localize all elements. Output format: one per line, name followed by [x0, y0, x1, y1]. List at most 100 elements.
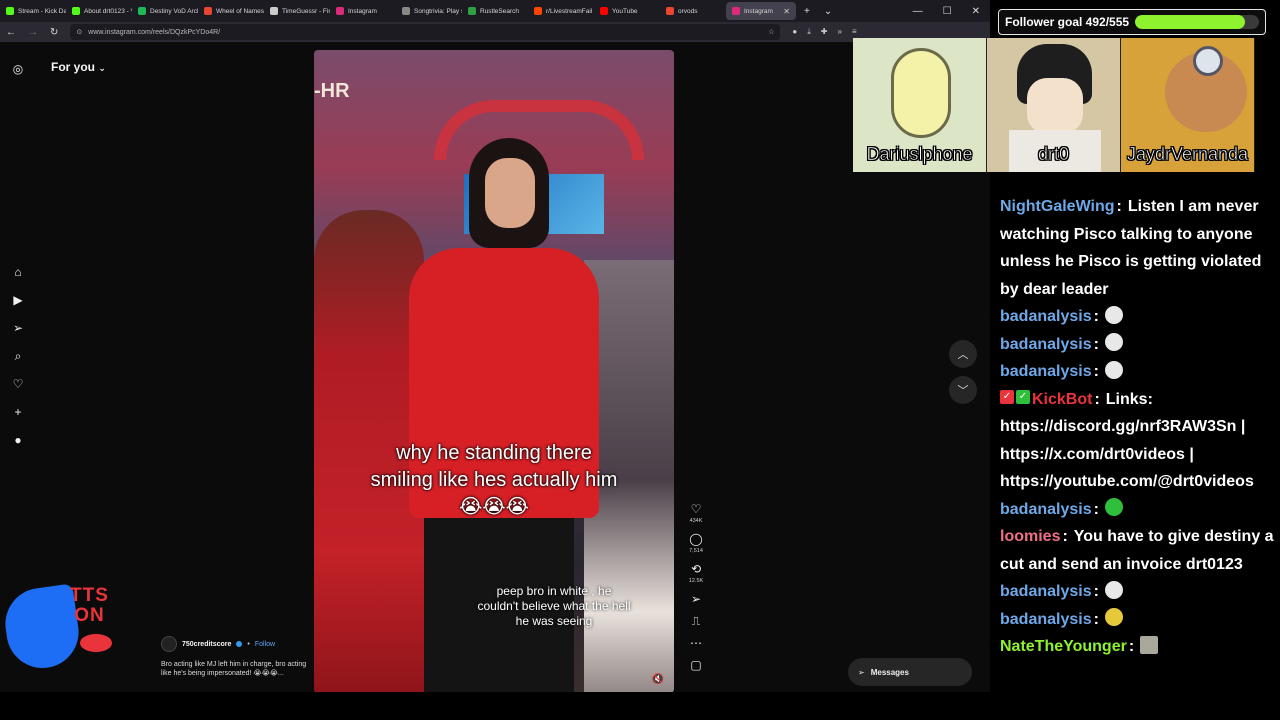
tab-favicon-icon: [336, 7, 344, 15]
tab-favicon-icon: [138, 7, 146, 15]
create-plus-icon[interactable]: +: [11, 405, 25, 419]
comment-icon: ◯: [689, 532, 703, 546]
author-username[interactable]: 750creditscore: [182, 641, 231, 648]
save-button[interactable]: ⎍: [686, 614, 706, 628]
browser-tab[interactable]: Stream - Kick Dari: [0, 0, 66, 22]
like-button[interactable]: ♡ 434K: [686, 502, 706, 524]
repost-button[interactable]: ⟲ 12.5K: [686, 562, 706, 584]
pepe-emote-icon: [1140, 635, 1159, 654]
browser-tab[interactable]: Instagram ✕: [726, 2, 796, 20]
chat-message: loomies: You have to give destiny a cut a…: [1000, 523, 1276, 578]
follow-button[interactable]: Follow: [255, 641, 275, 648]
extensions-puzzle-icon[interactable]: ✚: [821, 27, 828, 37]
menu-icon[interactable]: ≡: [852, 27, 857, 37]
video-caption-line-1: why he standing there: [396, 442, 592, 464]
tab-favicon-icon: [666, 7, 674, 15]
browser-tab[interactable]: orvods: [660, 0, 726, 22]
chat-message: NightGaleWing: Listen I am never watching…: [1000, 193, 1276, 303]
follower-goal-track: [1135, 15, 1259, 29]
maximize-icon[interactable]: ☐: [943, 6, 952, 17]
browser-tab[interactable]: Instagram: [330, 0, 396, 22]
address-bar[interactable]: ⊙ www.instagram.com/reels/DQzkPcYDo4R/ ☆: [70, 24, 781, 40]
video-caption-emoji: 😭😭😭: [458, 496, 530, 518]
comment-button[interactable]: ◯ 7,514: [686, 532, 706, 554]
overflow-chevron-icon[interactable]: »: [837, 27, 841, 37]
bookmark-star-icon[interactable]: ☆: [768, 28, 774, 36]
author-avatar[interactable]: [161, 636, 177, 652]
skull-emote-icon: [1104, 333, 1123, 352]
site-info-icon[interactable]: ⊙: [76, 28, 82, 36]
skull-emote-icon: [1104, 360, 1123, 379]
skull-emote-icon: [1104, 580, 1123, 599]
browser-tab-bar: Stream - Kick Dari About drt0123 - V Desti…: [0, 0, 990, 22]
browser-tab[interactable]: About drt0123 - V: [66, 0, 132, 22]
tab-label: r/LivestreamFail: [546, 7, 593, 15]
chevron-up-icon: ︿: [957, 349, 969, 361]
previous-reel-button[interactable]: ︿: [949, 340, 977, 368]
follower-goal-label: Follower goal 492/555: [1005, 15, 1130, 29]
browser-tab[interactable]: YouTube: [594, 0, 660, 22]
more-options-button[interactable]: ⋯: [686, 636, 706, 650]
reel-video[interactable]: -HR why he standing there smiling like h…: [314, 50, 674, 693]
new-tab-icon[interactable]: +: [804, 6, 810, 17]
browser-tab[interactable]: Wheel of Names |: [198, 0, 264, 22]
card-character-image: [891, 48, 951, 138]
messages-button[interactable]: ➢ Messages: [848, 658, 972, 686]
extension-icons: ● ⤓ ✚ » ≡: [792, 27, 856, 37]
browser-tab[interactable]: RustleSearch: [462, 0, 528, 22]
tab-label: Destiny VoD Archi: [150, 7, 198, 15]
browser-tab[interactable]: Destiny VoD Archi: [132, 0, 198, 22]
viewer-cards: Dariuslphone drt0 JaydrVernanda: [853, 38, 1280, 172]
home-icon[interactable]: ⌂: [11, 265, 25, 279]
search-icon[interactable]: ⌕: [11, 349, 25, 363]
green-emote-icon: [1104, 498, 1123, 517]
extension-icon[interactable]: ●: [792, 27, 797, 37]
messages-label: Messages: [870, 667, 909, 677]
forward-icon[interactable]: →: [28, 27, 38, 38]
profile-avatar-icon[interactable]: ●: [11, 433, 25, 447]
close-window-icon[interactable]: ✕: [972, 6, 980, 17]
tab-favicon-icon: [402, 7, 410, 15]
chat-message: badanalysis:: [1000, 331, 1276, 359]
back-icon[interactable]: ←: [6, 27, 16, 38]
minimize-icon[interactable]: —: [913, 6, 923, 17]
audio-button[interactable]: ▢: [686, 658, 706, 672]
close-tab-icon[interactable]: ✕: [783, 7, 790, 16]
download-icon[interactable]: ⤓: [807, 27, 811, 37]
tab-list-chevron-icon[interactable]: ⌄: [824, 6, 832, 17]
chat-message: badanalysis:: [1000, 358, 1276, 386]
chat-username: badanalysis: [1000, 583, 1092, 600]
send-icon[interactable]: ➢: [11, 321, 25, 335]
share-button[interactable]: ➢: [686, 592, 706, 606]
post-header: 750creditscore • Follow: [161, 636, 311, 652]
tab-label: RustleSearch: [480, 7, 520, 15]
instagram-logo-icon[interactable]: ◎: [11, 62, 25, 76]
tab-label: Stream - Kick Dari: [18, 7, 66, 15]
viewer-card-name: Dariuslphone: [866, 144, 973, 165]
tab-label: TimeGuessr - Find: [282, 7, 330, 15]
post-caption[interactable]: Bro acting like MJ left him in charge, b…: [161, 660, 311, 678]
feed-selector[interactable]: For you ⌄: [51, 60, 106, 74]
tab-label: Instagram: [348, 7, 377, 15]
browser-tab[interactable]: r/LivestreamFail: [528, 0, 594, 22]
chat-username: KickBot: [1032, 390, 1093, 408]
chevron-down-icon: ﹀: [957, 385, 969, 397]
next-reel-button[interactable]: ﹀: [949, 376, 977, 404]
browser-tab[interactable]: Songtrivia: Play su: [396, 0, 462, 22]
tab-favicon-icon: [270, 7, 278, 15]
notifications-heart-icon[interactable]: ♡: [11, 377, 25, 391]
chat-separator: :: [1093, 308, 1099, 325]
chat-separator: :: [1093, 363, 1099, 380]
reels-icon[interactable]: ▶: [11, 293, 25, 307]
tab-list: Stream - Kick Dari About drt0123 - V Desti…: [0, 0, 796, 22]
browser-tab[interactable]: TimeGuessr - Find: [264, 0, 330, 22]
repost-count: 12.5K: [688, 578, 704, 584]
browser-nav-bar: ← → ↻ ⊙ www.instagram.com/reels/DQzkPcYD…: [0, 22, 990, 42]
video-subtitle-line-3: he was seeing: [515, 614, 593, 628]
reload-icon[interactable]: ↻: [50, 27, 58, 38]
instagram-page: ◎ ⌂ ▶ ➢ ⌕ ♡ + ● For you ⌄ -HR why he sta…: [0, 42, 990, 720]
chat-separator: :: [1128, 638, 1135, 655]
mute-icon[interactable]: 🔇: [652, 674, 664, 685]
chat-username: badanalysis: [1000, 363, 1092, 380]
video-subtitle-line-1: peep bro in white , he: [496, 584, 612, 598]
